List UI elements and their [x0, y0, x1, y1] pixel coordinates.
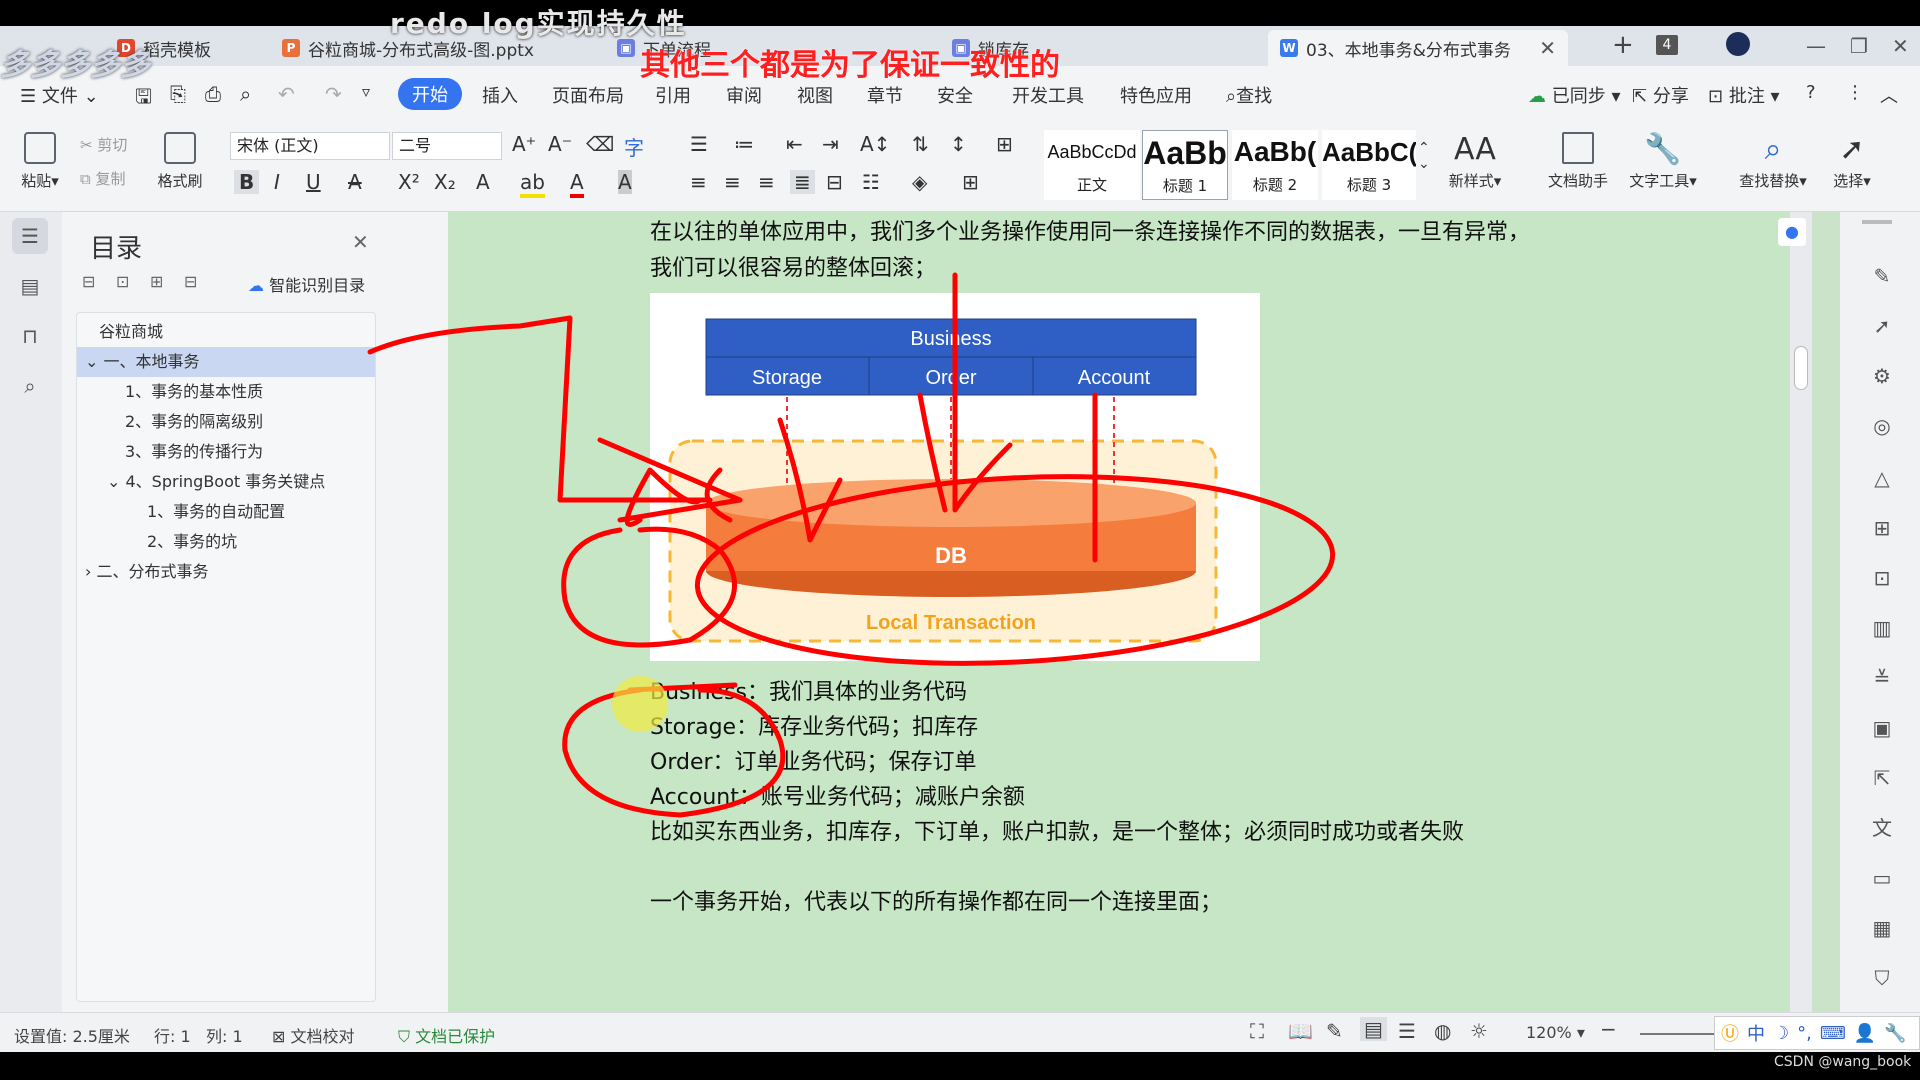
apps-icon[interactable]: ⊡	[1868, 564, 1896, 592]
protected-status[interactable]: ⛉ 文档已保护	[398, 1023, 495, 1047]
right-toolbar: ✎ ➚ ⚙ ◎ △ ⊞ ⊡ ▥ ≚ ▣ ⇱ 文 ▭ ▦ ⛉	[1840, 212, 1920, 1012]
ink-bottom-loop	[562, 687, 786, 818]
punctuation-icon: °,	[1797, 1022, 1812, 1044]
tool-icon: 🔧	[1884, 1022, 1907, 1044]
chart-icon[interactable]: ▥	[1868, 614, 1896, 642]
overlay-title: redo log实现持久性	[390, 7, 687, 40]
pointer-icon[interactable]: ➚	[1868, 312, 1896, 340]
watermark: CSDN @wang_book	[1774, 1054, 1912, 1070]
video-bottom-bar	[0, 1052, 1920, 1080]
moon-icon: ☽	[1773, 1022, 1790, 1044]
protected-label: 文档已保护	[415, 1027, 496, 1046]
proofread-label: 文档校对	[290, 1027, 355, 1046]
image-panel-icon[interactable]: ▣	[1868, 714, 1896, 742]
archive-icon[interactable]: ▭	[1868, 864, 1896, 892]
location-pin-icon[interactable]: ●	[1778, 218, 1806, 246]
shield-check-icon: ⛉	[398, 1027, 411, 1046]
translate-icon[interactable]: 文	[1868, 814, 1896, 842]
settings-icon[interactable]: ⚙	[1868, 362, 1896, 390]
read-mode-icon[interactable]: 📖	[1288, 1019, 1313, 1043]
cursor-highlight	[612, 676, 668, 732]
pen-icon[interactable]: ✎	[1868, 262, 1896, 290]
ink-annotations	[367, 272, 1336, 818]
ink-order-stroke	[917, 392, 948, 513]
status-row: 行: 1	[154, 1027, 191, 1046]
eye-care-icon[interactable]: ☼	[1470, 1019, 1488, 1043]
status-bar: 设置值: 2.5厘米 行: 1 列: 1 ⊠ 文档校对 ⛉ 文档已保护 ⛶ 📖 …	[0, 1012, 1920, 1052]
zoom-out-icon[interactable]: −	[1600, 1017, 1617, 1041]
picture-icon[interactable]: ▦	[1868, 914, 1896, 942]
triangle-icon[interactable]: △	[1868, 464, 1896, 492]
ime-toolbar[interactable]: Ⓤ 中 ☽ °, ⌨ 👤 🔧	[1714, 1016, 1920, 1050]
user-icon: 👤	[1853, 1022, 1877, 1044]
write-mode-icon[interactable]: ✎	[1326, 1019, 1343, 1043]
ink-storage-stroke	[777, 417, 843, 543]
outline-view-icon[interactable]: ☰	[1398, 1019, 1416, 1043]
zoom-value: 120%	[1526, 1023, 1572, 1042]
shapes-icon[interactable]: ◎	[1868, 412, 1896, 440]
page-view-icon[interactable]: ▤	[1360, 1017, 1387, 1041]
proofread-icon: ⊠	[272, 1027, 286, 1046]
ink-arrow-head	[597, 437, 743, 523]
keyboard-icon: ⌨	[1819, 1022, 1846, 1044]
sliders-icon[interactable]: ≚	[1868, 664, 1896, 692]
zoom-select[interactable]: 120% ▾	[1526, 1023, 1585, 1042]
proofread-button[interactable]: ⊠ 文档校对	[272, 1023, 355, 1047]
overlay-annotation: 其他三个都是为了保证一致性的	[640, 48, 1060, 83]
vertical-scrollbar[interactable]: ●	[1778, 212, 1812, 1012]
ime-mode: 中	[1747, 1024, 1765, 1045]
fullscreen-icon[interactable]: ⛶	[1250, 1019, 1264, 1043]
zoom-slider[interactable]	[1640, 1033, 1720, 1035]
grip-handle[interactable]	[1862, 220, 1892, 224]
status-col: 列: 1	[206, 1027, 243, 1046]
scroll-thumb[interactable]	[1794, 346, 1808, 390]
overlay-scribble: 多多多多多	[0, 48, 150, 83]
ime-logo-icon: Ⓤ	[1721, 1024, 1739, 1045]
export-share-icon[interactable]: ⇱	[1868, 764, 1896, 792]
web-view-icon[interactable]: ◍	[1434, 1019, 1451, 1043]
table-icon[interactable]: ⊞	[1868, 514, 1896, 542]
ink-small-loop	[561, 526, 737, 648]
ink-down-line	[952, 272, 1013, 513]
status-setting: 设置值: 2.5厘米	[14, 1027, 130, 1046]
ink-db-circle	[694, 474, 1336, 666]
shield-icon[interactable]: ⛉	[1868, 964, 1896, 992]
ink-arrow-shaft	[367, 315, 713, 503]
